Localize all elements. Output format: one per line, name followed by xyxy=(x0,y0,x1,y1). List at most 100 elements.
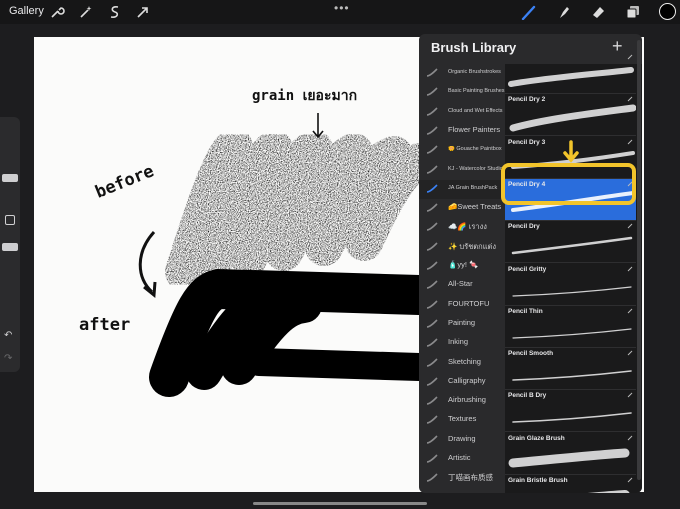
brush-item[interactable]: Grain Bristle Brush xyxy=(505,475,636,493)
brush-item[interactable]: Pencil Dry 2 xyxy=(505,94,636,137)
brush-library-title: Brush Library xyxy=(431,40,517,55)
brush-set-item[interactable]: Cloud and Wet Effects xyxy=(419,103,505,122)
brush-name: Pencil Dry 3 xyxy=(508,138,546,146)
brush-set-item[interactable]: Organic Brushstrokes xyxy=(419,64,505,83)
undo-icon[interactable]: ↶ xyxy=(4,330,12,341)
brush-name: Pencil B Dry xyxy=(508,392,547,400)
brush-set-label: Sketching xyxy=(448,356,481,366)
brush-set-item[interactable]: Calligraphy xyxy=(419,373,505,392)
opacity-slider[interactable] xyxy=(2,243,18,251)
brush-set-icon xyxy=(426,164,438,174)
eraser-icon[interactable] xyxy=(590,4,606,20)
brush-set-label: 🌼 Gouache Paintbox xyxy=(448,146,502,153)
brush-set-item[interactable]: FOURTOFU xyxy=(419,296,505,315)
brush-list: Pencil Dry 2 Pencil Dry 3 Pencil Dry 4 Penc… xyxy=(505,54,642,493)
brush-set-label: Painting xyxy=(448,317,476,327)
brush-set-item[interactable]: 🧴yy! 🍬 xyxy=(419,257,505,276)
before-strokes xyxy=(165,128,438,291)
brush-set-icon xyxy=(426,396,438,405)
brush-edit-icon[interactable] xyxy=(627,223,633,229)
home-indicator[interactable] xyxy=(253,502,427,505)
brush-set-item[interactable]: 🌼 Gouache Paintbox xyxy=(419,141,505,160)
brush-set-label: Calligraphy xyxy=(448,375,486,385)
brush-set-icon xyxy=(426,261,438,270)
brush-edit-icon[interactable] xyxy=(627,435,633,441)
brush-edit-icon[interactable] xyxy=(627,477,633,483)
brush-item[interactable]: Pencil B Dry xyxy=(505,390,636,433)
brush-set-item[interactable]: Basic Painting Brushes xyxy=(419,83,505,102)
modify-button[interactable] xyxy=(5,215,15,225)
brush-set-item[interactable]: JA Grain BrushPack xyxy=(419,179,505,199)
brush-edit-icon[interactable] xyxy=(627,54,633,60)
brush-set-icon xyxy=(426,107,438,116)
brush-set-label: ✨ บรัชตกแต่ง xyxy=(448,241,497,251)
brush-set-icon xyxy=(426,126,438,135)
brush-set-icon xyxy=(426,300,438,309)
redo-icon[interactable]: ↷ xyxy=(4,353,12,364)
panel-scrollbar[interactable] xyxy=(637,40,641,480)
brush-name: Pencil Gritty xyxy=(508,265,547,273)
brush-name: Pencil Dry 2 xyxy=(508,96,546,104)
brush-name: Grain Bristle Brush xyxy=(508,477,568,484)
after-strokes xyxy=(149,268,439,397)
brush-set-item[interactable]: 丁喵通真油画 xyxy=(419,489,508,494)
brush-set-icon xyxy=(426,319,438,328)
brush-edit-icon[interactable] xyxy=(627,266,633,272)
brush-set-item[interactable]: Artistic xyxy=(419,450,505,469)
wrench-icon[interactable] xyxy=(49,4,65,20)
menu-dots[interactable]: ••• xyxy=(334,1,350,15)
brush-set-icon xyxy=(426,357,438,367)
brush-item[interactable]: Pencil Thin xyxy=(505,306,636,348)
brush-set-item[interactable]: ✨ บรัชตกแต่ง xyxy=(419,238,505,257)
brush-set-item[interactable]: KJ - Watercolor Studio xyxy=(419,161,505,180)
brush-set-label: 丁喵通真油画 xyxy=(448,492,508,494)
brush-set-item[interactable]: Sketching xyxy=(419,354,505,373)
brush-item[interactable] xyxy=(505,52,636,94)
magic-wand-icon[interactable] xyxy=(78,4,94,20)
layers-icon[interactable] xyxy=(625,4,641,20)
brush-stroke-preview xyxy=(508,67,634,87)
brush-set-label: Artistic xyxy=(448,453,471,462)
brush-set-icon xyxy=(426,280,438,290)
brush-set-icon xyxy=(426,222,438,232)
brush-set-label: Airbrushing xyxy=(448,395,486,405)
brush-set-item[interactable]: Flower Painters xyxy=(419,122,505,141)
smudge-icon[interactable] xyxy=(555,4,571,20)
brush-edit-icon[interactable] xyxy=(627,392,633,398)
brush-edit-icon[interactable] xyxy=(627,308,633,314)
selection-icon[interactable] xyxy=(107,4,123,20)
brush-edit-icon[interactable] xyxy=(627,96,633,102)
left-sidebar: ↶ ↷ xyxy=(0,117,20,372)
brush-set-icon xyxy=(426,454,438,463)
brush-set-icon xyxy=(426,145,438,154)
brush-set-label: Textures xyxy=(448,414,477,424)
brush-set-label: JA Grain BrushPack xyxy=(448,184,498,191)
brush-item[interactable]: Pencil Dry xyxy=(505,221,636,264)
brush-size-slider[interactable] xyxy=(2,174,18,182)
brush-name: Grain Glaze Brush xyxy=(508,434,565,442)
brush-set-label: Drawing xyxy=(448,433,476,443)
brush-set-item[interactable]: 🧀Sweet Treats xyxy=(419,199,505,218)
brush-item[interactable]: Pencil Gritty xyxy=(505,264,636,306)
brush-name: Pencil Thin xyxy=(508,307,543,315)
brush-set-item[interactable]: All-Star xyxy=(419,276,505,295)
brush-library-panel: Brush Library + Organic Brushstrokes Basi… xyxy=(419,34,642,493)
brush-set-item[interactable]: Textures xyxy=(419,411,505,430)
brush-set-label: Inking xyxy=(448,337,469,347)
brush-set-item[interactable]: Inking xyxy=(419,334,505,353)
color-swatch[interactable] xyxy=(659,3,676,20)
top-toolbar: Gallery ••• xyxy=(0,0,680,24)
gallery-button[interactable]: Gallery xyxy=(9,5,44,17)
brush-set-item[interactable]: ☁️🌈 เรางง xyxy=(419,218,505,237)
brush-set-item[interactable]: Airbrushing xyxy=(419,392,505,411)
brush-icon[interactable] xyxy=(521,4,537,20)
brush-set-item[interactable]: Drawing xyxy=(419,431,505,450)
brush-item[interactable]: Grain Glaze Brush xyxy=(505,433,636,475)
brush-item[interactable]: Pencil Smooth xyxy=(505,348,636,391)
brush-edit-icon[interactable] xyxy=(627,139,633,145)
brush-set-item[interactable]: Painting xyxy=(419,315,505,334)
brush-edit-icon[interactable] xyxy=(627,350,633,356)
brush-set-item[interactable]: 丁喵画布质感 xyxy=(419,469,505,488)
transform-arrow-icon[interactable] xyxy=(135,4,151,20)
brush-set-icon xyxy=(426,203,438,212)
